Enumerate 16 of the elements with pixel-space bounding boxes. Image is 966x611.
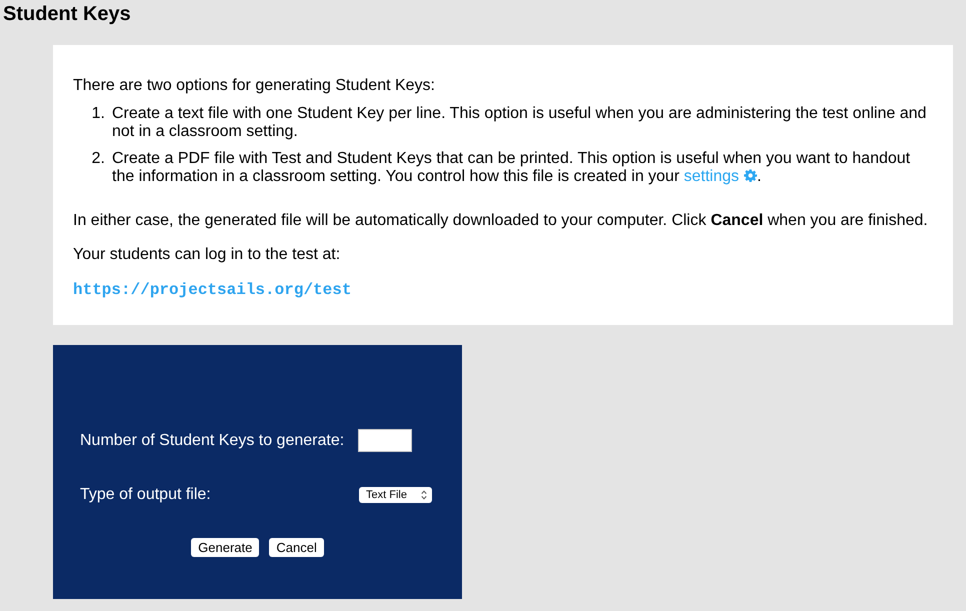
cancel-button[interactable]: Cancel xyxy=(269,538,324,557)
list-number: 1. xyxy=(90,105,105,124)
settings-icon xyxy=(744,169,757,182)
generate-button[interactable]: Generate xyxy=(191,538,260,557)
field-label: Number of Student Keys to generate: xyxy=(80,432,344,450)
page-title: Student Keys xyxy=(2,2,132,26)
file-type-select[interactable]: Text File xyxy=(359,486,432,502)
updown-chevron-icon xyxy=(421,490,427,500)
list-number: 2. xyxy=(90,150,105,169)
login-prompt: Your students can log in to the test at: xyxy=(73,246,342,264)
download-note: In either case, the generated file will be automatically downloaded to your computer. Click Cancel when you are finished. xyxy=(73,212,929,230)
key-count-field[interactable] xyxy=(358,429,412,452)
field-label: Type of output file: xyxy=(80,486,211,504)
option-text: Create a PDF file with Test and Student Keys that can be printed. This option is useful when you want to handout the information in a classroom setting. You control how this file is created in your settings . xyxy=(112,150,912,186)
intro-text: There are two options for generating Student Keys: xyxy=(73,77,436,95)
option-text: Create a text file with one Student Key per line. This option is useful when you are administering the test online and not in a classroom setting. xyxy=(112,105,928,141)
